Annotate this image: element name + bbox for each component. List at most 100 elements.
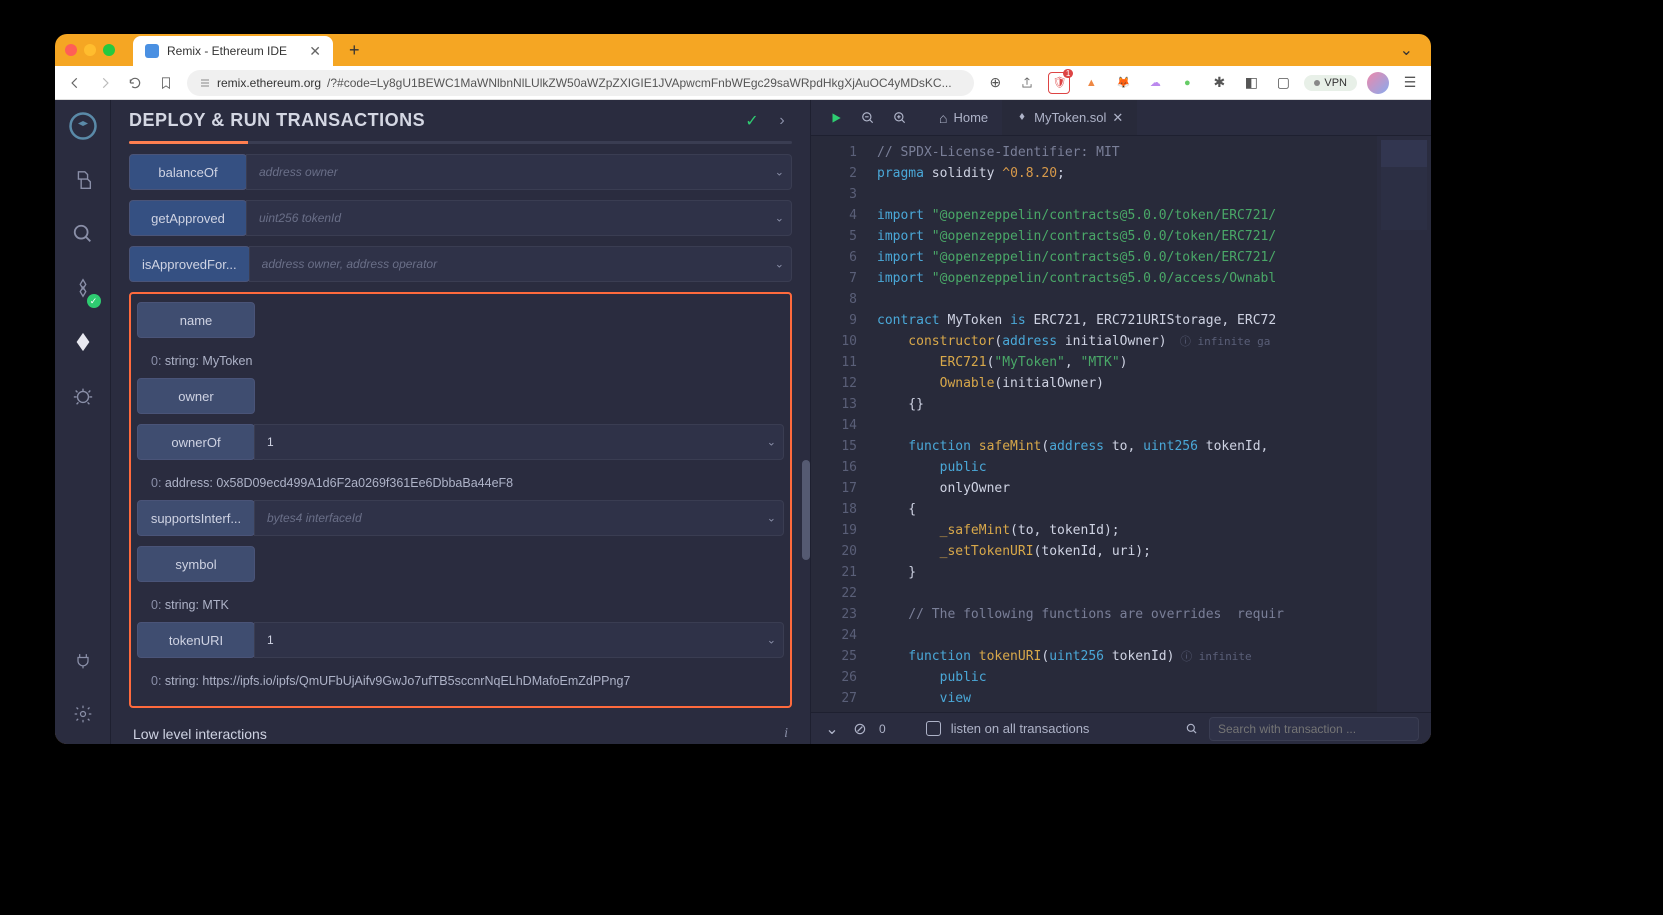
browser-tabbar: Remix - Ethereum IDE ✕ + ⌄ bbox=[55, 34, 1431, 66]
chevron-down-icon[interactable]: ⌄ bbox=[775, 212, 784, 225]
fn-balanceOf-button[interactable]: balanceOf bbox=[129, 154, 247, 190]
fn-ownerOf-input[interactable] bbox=[267, 435, 771, 449]
pending-count: 0 bbox=[879, 722, 886, 736]
panel-next-icon[interactable]: › bbox=[772, 111, 792, 131]
remix-logo-icon[interactable] bbox=[65, 108, 101, 144]
chevron-down-icon[interactable]: ⌄ bbox=[767, 634, 776, 647]
fn-tokenURI-input[interactable] bbox=[267, 633, 771, 647]
fn-tokenURI: tokenURI ⌄ bbox=[137, 622, 784, 658]
fn-symbol-button[interactable]: symbol bbox=[137, 546, 255, 582]
chevron-down-icon[interactable]: ⌄ bbox=[767, 512, 776, 525]
vpn-badge[interactable]: VPN bbox=[1304, 75, 1357, 91]
close-tab-icon[interactable]: ✕ bbox=[1112, 110, 1123, 126]
address-bar: remix.ethereum.org/?#code=Ly8gU1BEWC1MaW… bbox=[55, 66, 1431, 100]
fn-isApprovedForAll-button[interactable]: isApprovedFor... bbox=[129, 246, 250, 282]
sidebar-icon[interactable]: ◧ bbox=[1240, 72, 1262, 94]
puzzle-icon[interactable]: ✱ bbox=[1208, 72, 1230, 94]
brave-icon[interactable]: ▲ bbox=[1080, 72, 1102, 94]
window-controls bbox=[65, 44, 115, 56]
low-level-heading: Low level interactions bbox=[133, 726, 784, 742]
play-icon[interactable] bbox=[825, 107, 847, 129]
window-icon[interactable]: ▢ bbox=[1272, 72, 1294, 94]
deploy-run-panel: DEPLOY & RUN TRANSACTIONS ✓ › balanceOf … bbox=[111, 100, 811, 744]
ext2-icon[interactable]: ● bbox=[1176, 72, 1198, 94]
metamask-icon[interactable]: 🦊 bbox=[1112, 72, 1134, 94]
share-icon[interactable] bbox=[1016, 72, 1038, 94]
compiler-icon[interactable]: ✓ bbox=[65, 270, 101, 306]
fn-symbol-result: 0: string: MTK bbox=[137, 592, 784, 622]
zoom-in-icon[interactable] bbox=[889, 107, 911, 129]
close-tab-icon[interactable]: ✕ bbox=[309, 43, 321, 60]
fn-ownerOf: ownerOf ⌄ bbox=[137, 424, 784, 460]
file-explorer-icon[interactable] bbox=[65, 162, 101, 198]
fn-getApproved: getApproved ⌄ bbox=[129, 200, 792, 236]
zoom-out-icon[interactable] bbox=[857, 107, 879, 129]
fn-supportsInterface-input[interactable] bbox=[267, 511, 771, 525]
search-icon[interactable] bbox=[65, 216, 101, 252]
deploy-icon[interactable] bbox=[65, 324, 101, 360]
ublock-icon[interactable]: 🛡1 bbox=[1048, 72, 1070, 94]
terminal-search-input[interactable] bbox=[1209, 717, 1419, 741]
forward-icon[interactable] bbox=[95, 73, 115, 93]
fn-ownerOf-button[interactable]: ownerOf bbox=[137, 424, 255, 460]
profile-avatar[interactable] bbox=[1367, 72, 1389, 94]
highlighted-section: name 0: string: MyToken owner ownerOf ⌄ … bbox=[129, 292, 792, 708]
panel-scrollbar[interactable] bbox=[802, 460, 810, 560]
tab-title: Remix - Ethereum IDE bbox=[167, 44, 301, 58]
tune-icon bbox=[199, 77, 211, 89]
editor-body[interactable]: 1234567891011121314151617181920212223242… bbox=[811, 136, 1431, 712]
reload-icon[interactable] bbox=[125, 73, 145, 93]
menu-icon[interactable]: ☰ bbox=[1399, 72, 1421, 94]
fn-ownerOf-result: 0: address: 0x58D09ecd499A1d6F2a0269f361… bbox=[137, 470, 784, 500]
code-content[interactable]: // SPDX-License-Identifier: MIT pragma s… bbox=[867, 136, 1377, 712]
progress-bar bbox=[129, 141, 792, 144]
check-badge-icon: ✓ bbox=[87, 294, 101, 308]
url-domain: remix.ethereum.org bbox=[217, 76, 321, 90]
clear-icon[interactable]: ⊘ bbox=[851, 720, 869, 738]
tab-mytoken[interactable]: MyToken.sol✕ bbox=[1002, 100, 1137, 135]
fn-name-result: 0: string: MyToken bbox=[137, 348, 784, 378]
fn-tokenURI-button[interactable]: tokenURI bbox=[137, 622, 255, 658]
tab-home[interactable]: ⌂Home bbox=[925, 100, 1002, 135]
browser-tab-remix[interactable]: Remix - Ethereum IDE ✕ bbox=[133, 36, 333, 66]
info-icon[interactable]: i bbox=[784, 726, 788, 742]
fn-supportsInterface: supportsInterf... ⌄ bbox=[137, 500, 784, 536]
chevron-down-icon[interactable]: ⌄ bbox=[775, 258, 784, 271]
tab-dropdown-icon[interactable]: ⌄ bbox=[1392, 36, 1421, 64]
panel-title: DEPLOY & RUN TRANSACTIONS bbox=[129, 110, 732, 131]
solidity-icon bbox=[1016, 112, 1028, 124]
chevron-down-icon[interactable]: ⌄ bbox=[775, 166, 784, 179]
chevron-down-icon[interactable]: ⌄ bbox=[767, 436, 776, 449]
listen-checkbox[interactable] bbox=[926, 721, 941, 736]
collapse-icon[interactable]: ⌄ bbox=[823, 720, 841, 738]
back-icon[interactable] bbox=[65, 73, 85, 93]
listen-label: listen on all transactions bbox=[951, 721, 1090, 736]
confirm-icon[interactable]: ✓ bbox=[742, 111, 762, 131]
fn-isApprovedForAll-input[interactable] bbox=[262, 257, 779, 271]
remix-favicon bbox=[145, 44, 159, 58]
fn-tokenURI-result: 0: string: https://ipfs.io/ipfs/QmUFbUjA… bbox=[137, 668, 784, 698]
url-field[interactable]: remix.ethereum.org/?#code=Ly8gU1BEWC1MaW… bbox=[187, 70, 974, 96]
debugger-icon[interactable] bbox=[65, 378, 101, 414]
fn-getApproved-button[interactable]: getApproved bbox=[129, 200, 247, 236]
fn-name-button[interactable]: name bbox=[137, 302, 255, 338]
fn-supportsInterface-button[interactable]: supportsInterf... bbox=[137, 500, 255, 536]
fn-getApproved-input[interactable] bbox=[259, 211, 779, 225]
search-terminal-icon[interactable] bbox=[1183, 720, 1201, 738]
fn-balanceOf-input[interactable] bbox=[259, 165, 779, 179]
fn-balanceOf: balanceOf ⌄ bbox=[129, 154, 792, 190]
minimize-window[interactable] bbox=[84, 44, 96, 56]
minimap[interactable] bbox=[1377, 136, 1431, 712]
home-icon: ⌂ bbox=[939, 110, 947, 126]
fn-owner-button[interactable]: owner bbox=[137, 378, 255, 414]
bookmark-icon[interactable] bbox=[155, 72, 177, 94]
close-window[interactable] bbox=[65, 44, 77, 56]
settings-icon[interactable] bbox=[65, 696, 101, 732]
icon-sidebar: ✓ bbox=[55, 100, 111, 744]
zoom-icon[interactable]: ⊕ bbox=[984, 72, 1006, 94]
maximize-window[interactable] bbox=[103, 44, 115, 56]
plugin-icon[interactable] bbox=[65, 642, 101, 678]
fn-isApprovedForAll: isApprovedFor... ⌄ bbox=[129, 246, 792, 282]
new-tab-button[interactable]: + bbox=[341, 40, 368, 61]
ext1-icon[interactable]: ☁ bbox=[1144, 72, 1166, 94]
